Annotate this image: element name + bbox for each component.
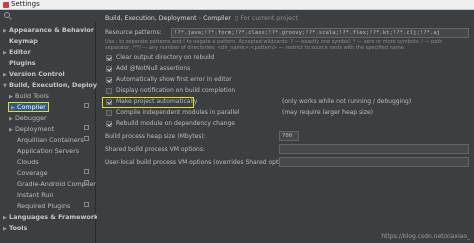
watermark: https://blog.csdn.net/xiaxiao_ [381,233,470,240]
sidebar-item-label: Editor [9,48,31,56]
compile-parallel-note: (may require larger heap size) [282,109,373,116]
option-label: Display notification on build completion [116,87,236,94]
sidebar-item-languages-frameworks[interactable]: ▶ Languages & Frameworks [3,212,102,223]
sidebar-item-label: Required Plugins [17,202,71,210]
settings-sidebar: ▶ Appearance & Behavior Keymap ▶ Editor Pl… [0,22,116,243]
sidebar-item-required-plugins[interactable]: Required Plugins [17,201,70,212]
resource-patterns-input[interactable]: !?*.java;!?*.form;!?*.class;!?*.groovy;!… [171,28,469,38]
project-scope-icon [84,125,89,130]
option-label: Automatically show first error in editor [116,76,232,83]
sidebar-item-appearance-behavior[interactable]: ▶ Appearance & Behavior [3,25,94,36]
shared-vm-options-input[interactable] [279,144,469,154]
breadcrumb-item: Compiler [203,15,231,22]
clear-output-directory-checkbox[interactable] [106,55,112,61]
breadcrumb-item: Build, Execution, Deployment [105,15,197,22]
sidebar-item-debugger[interactable]: ▶ Debugger [9,113,47,124]
heap-size-input[interactable]: 700 [279,131,299,141]
user-vm-options-input[interactable] [279,157,469,167]
make-project-automatically-checkbox[interactable] [106,99,112,105]
settings-search[interactable] [0,10,96,22]
sidebar-item-plugins[interactable]: Plugins [9,58,36,69]
settings-window: Settings ▶ Appearance & Behavior Keymap ▶… [0,0,474,243]
display-notification-checkbox[interactable] [106,88,112,94]
project-scope-icon [84,136,89,141]
sidebar-item-compiler[interactable]: ▶ Compiler [8,102,49,112]
sidebar-item-label: Compiler [17,103,46,111]
make-project-note: (only works while not running / debuggin… [282,98,412,105]
sidebar-item-deployment[interactable]: ▶ Deployment [9,124,54,135]
sidebar-item-label: Coverage [17,169,48,177]
option-label: Compile independent modules in parallel [116,109,240,116]
option-label: Add @NotNull assertions [116,65,191,72]
search-icon [4,12,10,18]
compiler-settings-panel: Build, Execution, Deployment › Compiler ▯ F… [97,10,474,243]
sidebar-item-label: Appearance & Behavior [9,26,94,34]
sidebar-item-label: Build Tools [15,92,49,100]
sidebar-item-label: Keymap [9,37,38,45]
sidebar-item-clouds[interactable]: Clouds [17,157,39,168]
resource-patterns-label: Resource patterns: [105,29,162,36]
compile-parallel-checkbox[interactable] [106,110,112,116]
sidebar-item-label: Deployment [15,125,55,133]
sidebar-item-arquillian-containers[interactable]: Arquillian Containers [17,135,84,146]
sidebar-item-label: Clouds [17,158,39,166]
project-scope-icon [84,180,89,185]
shared-vm-options-label: Shared build process VM options: [105,146,205,153]
sidebar-item-label: Instant Run [17,191,54,199]
sidebar-item-version-control[interactable]: ▶ Version Control [3,69,65,80]
sidebar-item-label: Debugger [15,114,47,122]
sidebar-item-label: Plugins [9,59,36,67]
project-scope-icon [84,169,89,174]
sidebar-item-coverage[interactable]: Coverage [17,168,48,179]
option-label: Clear output directory on rebuild [116,54,215,61]
rebuild-on-dependency-checkbox[interactable] [106,121,112,127]
sidebar-item-tools[interactable]: ▶ Tools [3,223,27,234]
show-first-error-checkbox[interactable] [106,77,112,83]
sidebar-item-instant-run[interactable]: Instant Run [17,190,54,201]
option-label: Rebuild module on dependency change [116,120,235,127]
sidebar-item-application-servers[interactable]: Application Servers [17,146,79,157]
app-icon [3,2,9,8]
title-bar: Settings [0,0,474,10]
project-scope-icon [84,202,89,207]
project-scope-icon [84,103,89,108]
user-vm-options-label: User-local build process VM options (ove… [105,159,295,166]
sidebar-item-build-tools[interactable]: ▶ Build Tools [9,91,49,102]
add-notnull-assertions-checkbox[interactable] [106,66,112,72]
sidebar-item-editor[interactable]: ▶ Editor [3,47,31,58]
scope-label: ▯ For current project [231,15,298,22]
sidebar-item-label: Arquillian Containers [17,136,84,144]
sidebar-item-keymap[interactable]: Keymap [9,36,38,47]
resource-patterns-hint-line-2: separator; /**/ — any number of director… [105,45,404,51]
sidebar-item-label: Application Servers [17,147,80,155]
sidebar-item-label: Tools [9,224,28,232]
sidebar-item-label: Version Control [9,70,65,78]
window-title: Settings [11,0,40,8]
heap-size-label: Build process heap size (Mbytes): [105,133,206,140]
scope-text: For current project [240,15,298,22]
sidebar-item-label: Languages & Frameworks [9,213,103,221]
option-label: Make project automatically [116,98,198,105]
breadcrumb: Build, Execution, Deployment › Compiler ▯ F… [105,14,298,23]
